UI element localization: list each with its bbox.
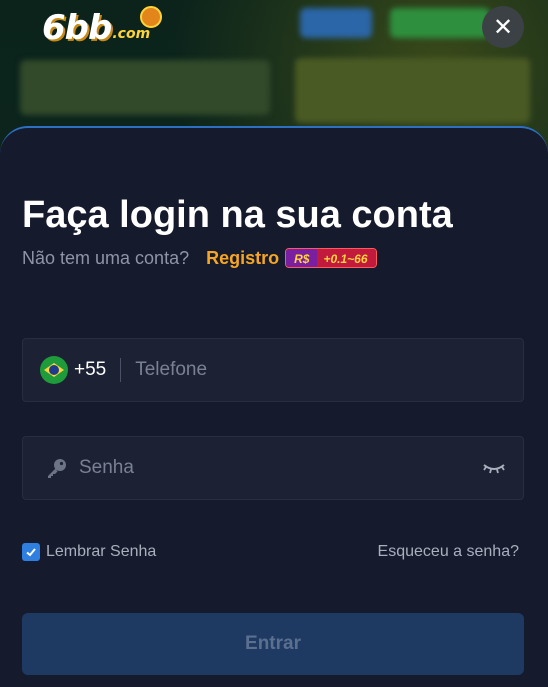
phone-field[interactable]: +55 (22, 338, 524, 402)
background-banner-right (295, 58, 530, 123)
register-prompt: Não tem uma conta? Registro R$ +0.1~66 (22, 246, 377, 270)
password-input[interactable] (79, 448, 459, 488)
logo-text: 6bb (42, 8, 112, 48)
register-link[interactable]: Registro (206, 248, 279, 269)
check-icon (26, 548, 36, 557)
country-code[interactable]: +55 (74, 359, 106, 381)
bonus-value: +0.1~66 (317, 249, 376, 267)
logo-domain: .com (112, 26, 151, 42)
phone-input[interactable] (135, 350, 416, 390)
no-account-text: Não tem uma conta? (22, 247, 190, 268)
password-field[interactable] (22, 436, 524, 500)
remember-password[interactable]: Lembrar Senha (22, 542, 156, 562)
background-button-blue (300, 8, 372, 38)
close-button[interactable]: ✕ (482, 6, 524, 48)
logo-mascot-icon (140, 6, 162, 28)
remember-label[interactable]: Lembrar Senha (46, 543, 156, 561)
key-icon (48, 459, 66, 478)
field-divider (120, 358, 122, 382)
login-modal: Faça login na sua conta Não tem uma cont… (0, 126, 548, 687)
login-button[interactable]: Entrar (22, 613, 524, 675)
page-title: Faça login na sua conta (22, 194, 453, 236)
brazil-flag-icon[interactable] (40, 356, 68, 384)
remember-checkbox[interactable] (22, 543, 40, 561)
bonus-badge: R$ +0.1~66 (285, 248, 377, 268)
close-icon: ✕ (492, 13, 514, 41)
background-banner-left (20, 60, 270, 115)
site-logo: 6bb .com (42, 6, 162, 48)
bonus-currency: R$ (286, 249, 318, 267)
forgot-password-link[interactable]: Esqueceu a senha? (378, 543, 519, 561)
eye-closed-icon[interactable] (483, 461, 505, 475)
background-button-green (390, 8, 490, 38)
